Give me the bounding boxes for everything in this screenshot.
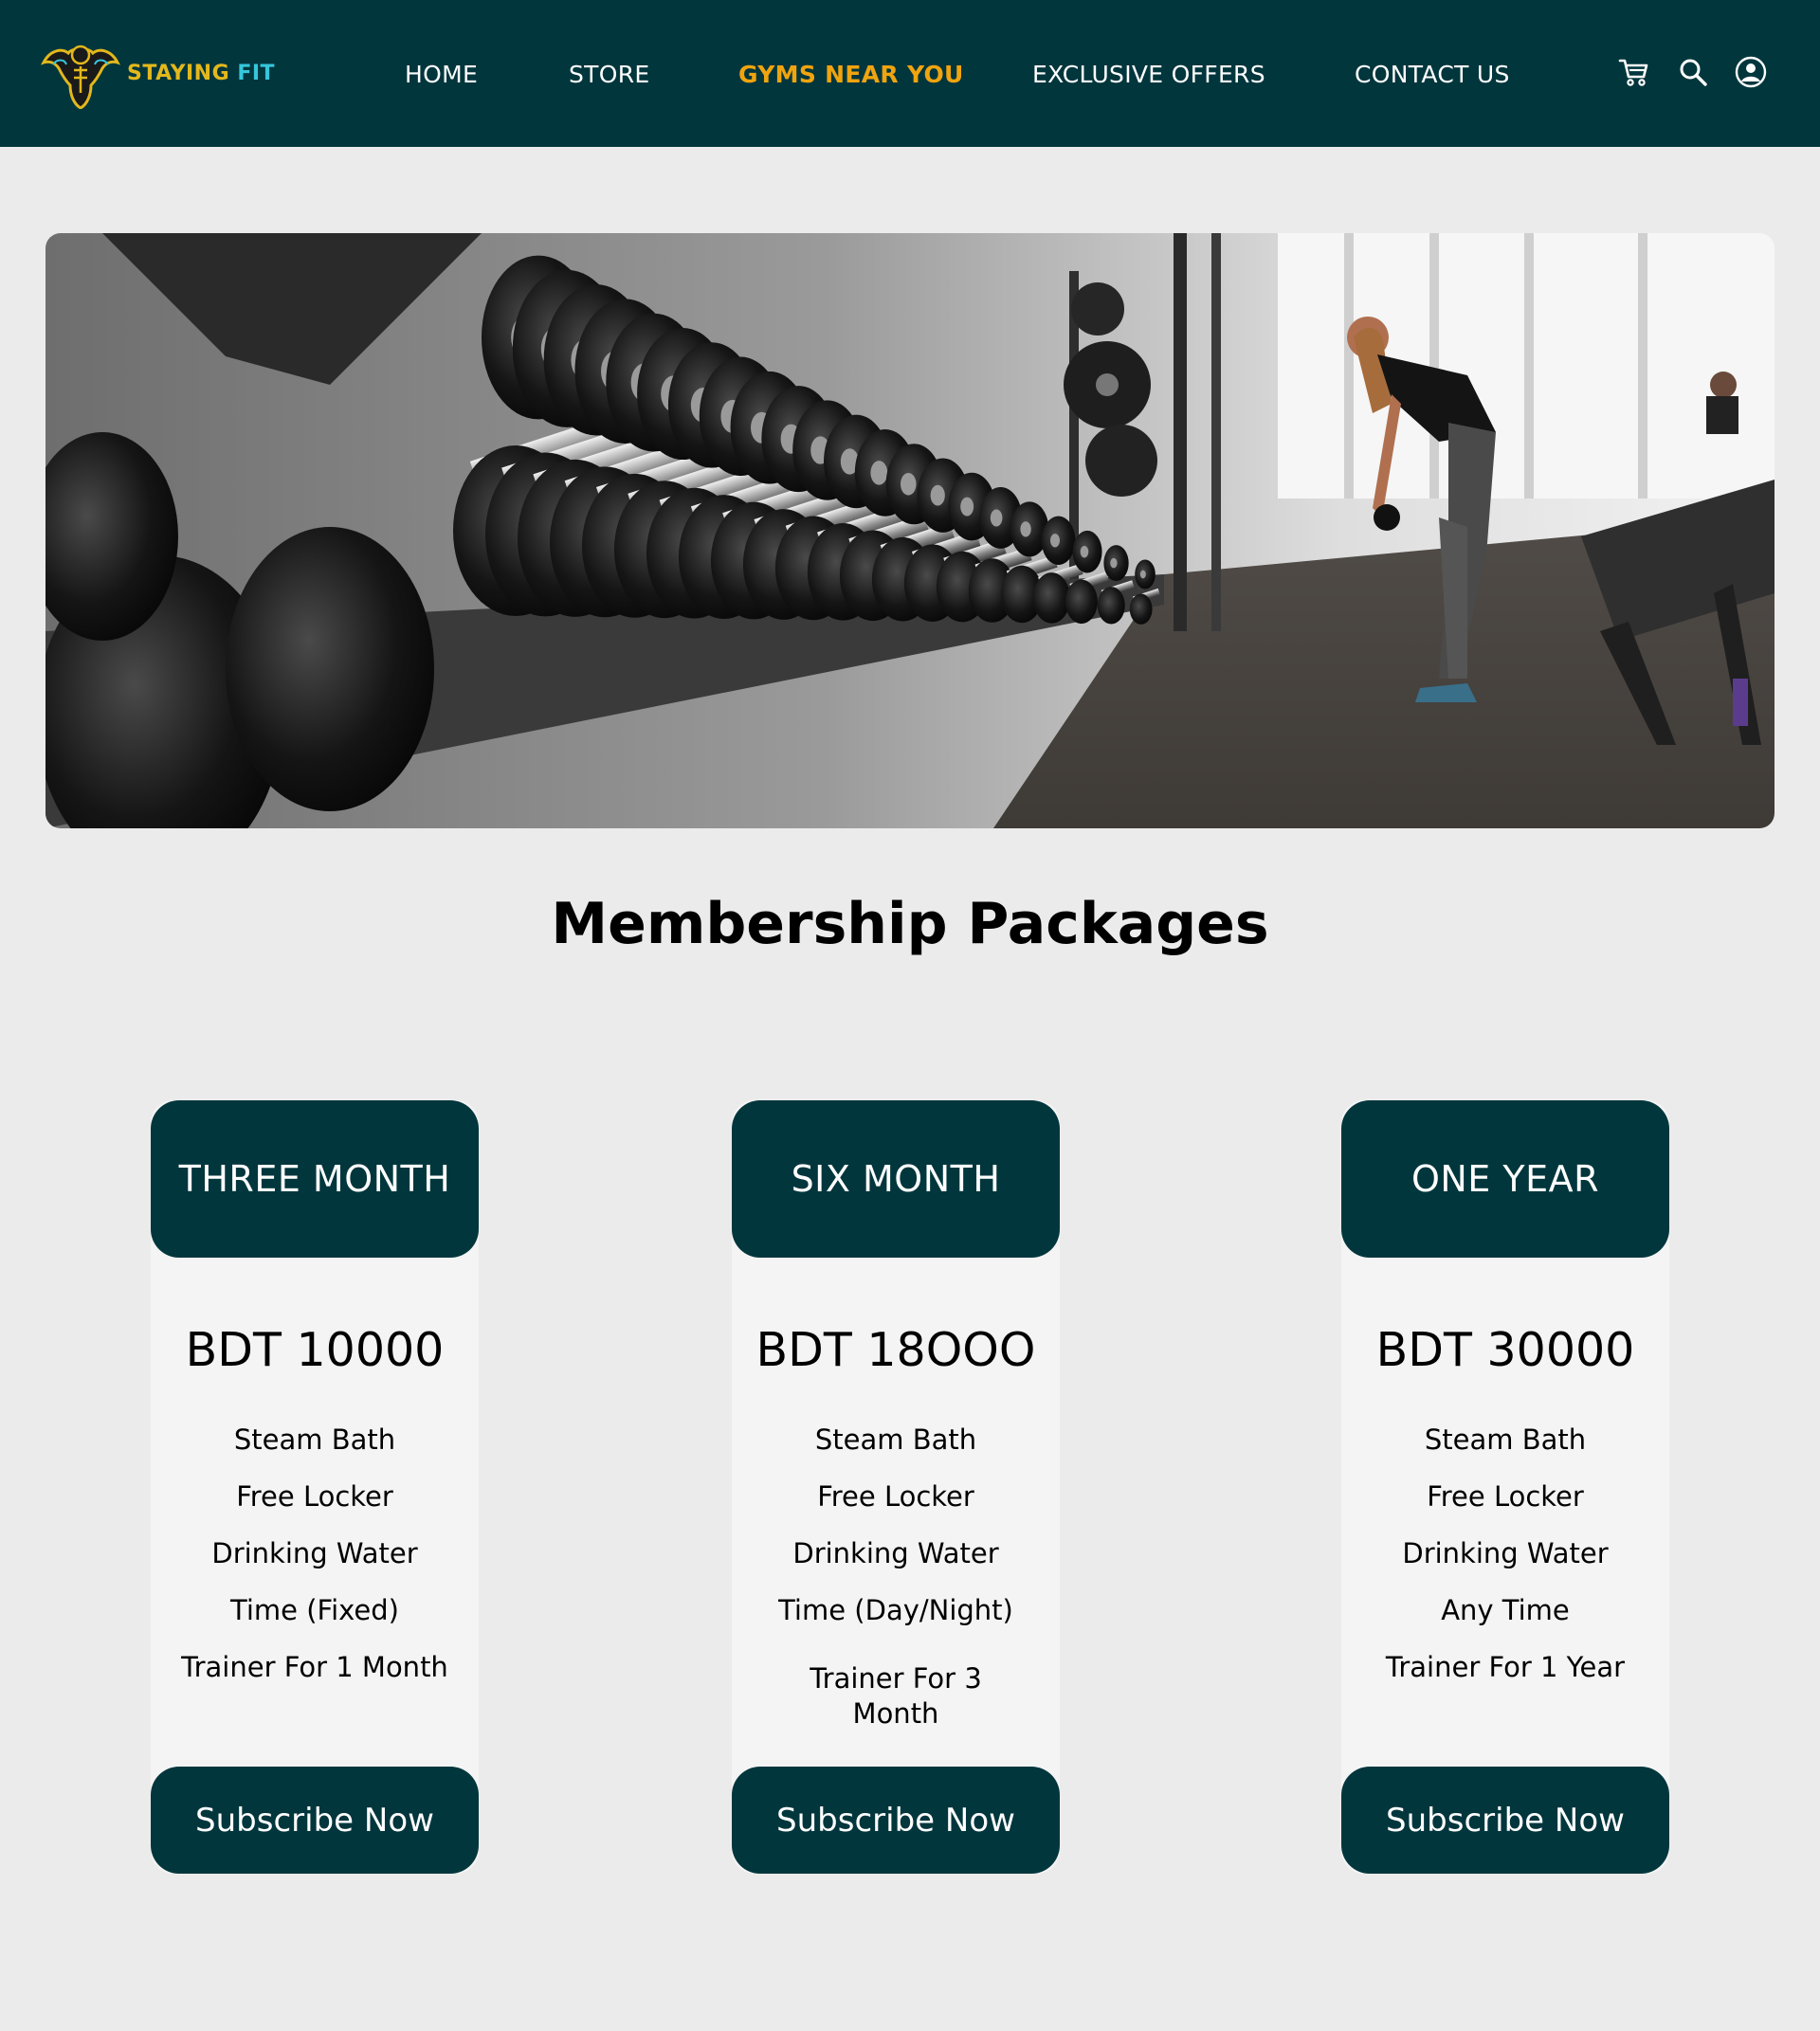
muscle-man-icon xyxy=(41,45,120,109)
feature-item: Steam Bath xyxy=(233,1424,396,1456)
subscribe-button[interactable]: Subscribe Now xyxy=(1341,1767,1669,1874)
feature-item: Drinking Water xyxy=(211,1537,418,1569)
package-name: SIX MONTH xyxy=(732,1100,1060,1258)
nav-store[interactable]: STORE xyxy=(569,61,649,89)
package-name: ONE YEAR xyxy=(1341,1100,1669,1258)
nav-home[interactable]: HOME xyxy=(405,61,478,89)
navbar: STAYING FIT HOME STORE GYMS NEAR YOU EXC… xyxy=(0,0,1820,147)
feature-item: Drinking Water xyxy=(1402,1537,1609,1569)
feature-item: Trainer For 1 Year xyxy=(1385,1651,1626,1683)
package-card-three-month: THREE MONTH BDT 10000 Steam Bath Free Lo… xyxy=(151,1100,479,1874)
package-card-six-month: SIX MONTH BDT 18OOO Steam Bath Free Lock… xyxy=(732,1100,1060,1874)
package-price: BDT 30000 xyxy=(1375,1323,1635,1377)
feature-item: Trainer For 1 Month xyxy=(181,1651,448,1683)
brand-logo[interactable]: STAYING FIT xyxy=(40,38,275,109)
feature-item: Trainer For 3 Month xyxy=(810,1662,982,1730)
hero-image xyxy=(46,233,1774,828)
package-price: BDT 18OOO xyxy=(755,1323,1036,1377)
feature-item: Any Time xyxy=(1441,1594,1570,1626)
subscribe-button[interactable]: Subscribe Now xyxy=(151,1767,479,1874)
brand-name-part2: FIT xyxy=(237,62,276,85)
cart-icon[interactable] xyxy=(1617,55,1651,89)
feature-item: Free Locker xyxy=(236,1480,393,1513)
section-title: Membership Packages xyxy=(551,891,1269,957)
gym-dumbbell-rack-photo xyxy=(46,233,1774,828)
package-price: BDT 10000 xyxy=(185,1323,445,1377)
brand-name-part1: STAYING xyxy=(127,62,230,85)
nav-gyms-near-you[interactable]: GYMS NEAR YOU xyxy=(738,61,964,89)
nav-contact-us[interactable]: CONTACT US xyxy=(1355,61,1510,89)
feature-item: Drinking Water xyxy=(792,1537,999,1569)
search-icon[interactable] xyxy=(1676,55,1710,89)
brand-name: STAYING FIT xyxy=(127,62,275,85)
feature-item: Free Locker xyxy=(817,1480,974,1513)
package-card-one-year: ONE YEAR BDT 30000 Steam Bath Free Locke… xyxy=(1341,1100,1669,1874)
feature-item: Time (Fixed) xyxy=(230,1594,399,1626)
nav-exclusive-offers[interactable]: EXCLUSIVE OFFERS xyxy=(1032,61,1265,89)
feature-item: Time (Day/Night) xyxy=(778,1594,1013,1626)
feature-item: Free Locker xyxy=(1427,1480,1584,1513)
package-name: THREE MONTH xyxy=(151,1100,479,1258)
user-icon[interactable] xyxy=(1734,55,1768,89)
feature-item: Steam Bath xyxy=(1424,1424,1587,1456)
subscribe-button[interactable]: Subscribe Now xyxy=(732,1767,1060,1874)
feature-item: Steam Bath xyxy=(814,1424,977,1456)
